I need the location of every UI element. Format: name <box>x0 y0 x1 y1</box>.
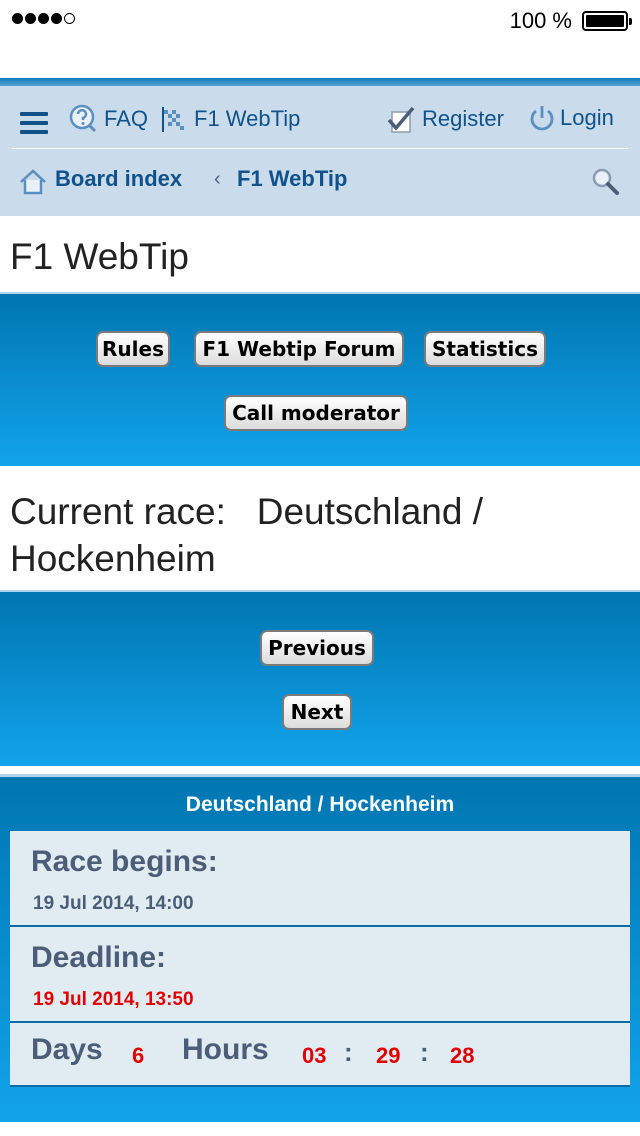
minutes-value: 29 <box>376 1043 401 1068</box>
register-link[interactable]: Register <box>386 104 504 134</box>
page-title: F1 WebTip <box>10 236 189 277</box>
days-value: 6 <box>132 1043 145 1068</box>
register-label: Register <box>422 106 504 131</box>
forum-button[interactable]: F1 Webtip Forum <box>194 331 404 367</box>
login-label: Login <box>560 105 614 130</box>
menu-icon[interactable] <box>20 112 48 134</box>
signal-strength-icon <box>12 13 75 24</box>
seconds-value: 28 <box>450 1043 475 1068</box>
register-icon <box>387 106 415 133</box>
webtip-link[interactable]: F1 WebTip <box>160 104 300 134</box>
home-icon <box>20 169 46 195</box>
race-begins-row: Race begins: 19 Jul 2014, 14:00 <box>10 831 630 927</box>
days-label: Days <box>31 1033 103 1066</box>
rules-button[interactable]: Rules <box>96 331 170 367</box>
call-moderator-button[interactable]: Call moderator <box>224 395 408 431</box>
battery-percent: 100 % <box>509 8 572 33</box>
deadline-value: 19 Jul 2014, 13:50 <box>33 989 194 1010</box>
faq-label: FAQ <box>104 106 149 131</box>
help-icon <box>69 104 97 133</box>
webtip-logo-icon <box>162 107 184 132</box>
breadcrumb-current[interactable]: F1 WebTip <box>237 166 347 192</box>
deadline-label: Deadline: <box>31 941 167 974</box>
breadcrumb-board-index[interactable]: Board index <box>55 166 182 192</box>
race-begins-label: Race begins: <box>31 845 218 878</box>
hours-value: 03 <box>302 1043 327 1068</box>
race-begins-value: 19 Jul 2014, 14:00 <box>33 893 194 914</box>
nav-divider <box>12 148 628 149</box>
previous-button[interactable]: Previous <box>260 630 374 666</box>
login-link[interactable]: Login <box>528 104 614 132</box>
status-bar: 100 % <box>0 0 640 40</box>
race-info-panel: Deutschland / Hockenheim Race begins: 19… <box>0 774 640 1122</box>
next-button[interactable]: Next <box>282 694 352 730</box>
faq-link[interactable]: FAQ <box>68 104 148 134</box>
header-accent-bar <box>0 78 640 86</box>
race-info-header: Deutschland / Hockenheim <box>185 793 455 816</box>
time-separator: : <box>420 1037 429 1067</box>
webtip-label: F1 WebTip <box>194 106 301 131</box>
battery-icon <box>582 11 632 31</box>
time-separator: : <box>344 1037 353 1067</box>
power-icon <box>530 106 554 131</box>
search-icon[interactable] <box>590 166 620 196</box>
countdown-row: Days 6 Hours 03 : 29 : 28 <box>10 1023 630 1087</box>
hours-label: Hours <box>182 1033 269 1066</box>
webtip-menu-panel: Rules F1 Webtip Forum Statistics Call mo… <box>0 292 640 466</box>
statistics-button[interactable]: Statistics <box>424 331 546 367</box>
breadcrumb-separator-icon: ‹ <box>214 168 221 190</box>
navbar: FAQ F1 WebTip Register Login Board index… <box>0 86 640 216</box>
breadcrumb: Board index ‹ F1 WebTip <box>0 166 640 200</box>
current-race-title: Current race: Deutschland / Hockenheim <box>10 491 483 579</box>
race-navigation-panel: Previous Next <box>0 590 640 766</box>
deadline-row: Deadline: 19 Jul 2014, 13:50 <box>10 927 630 1023</box>
